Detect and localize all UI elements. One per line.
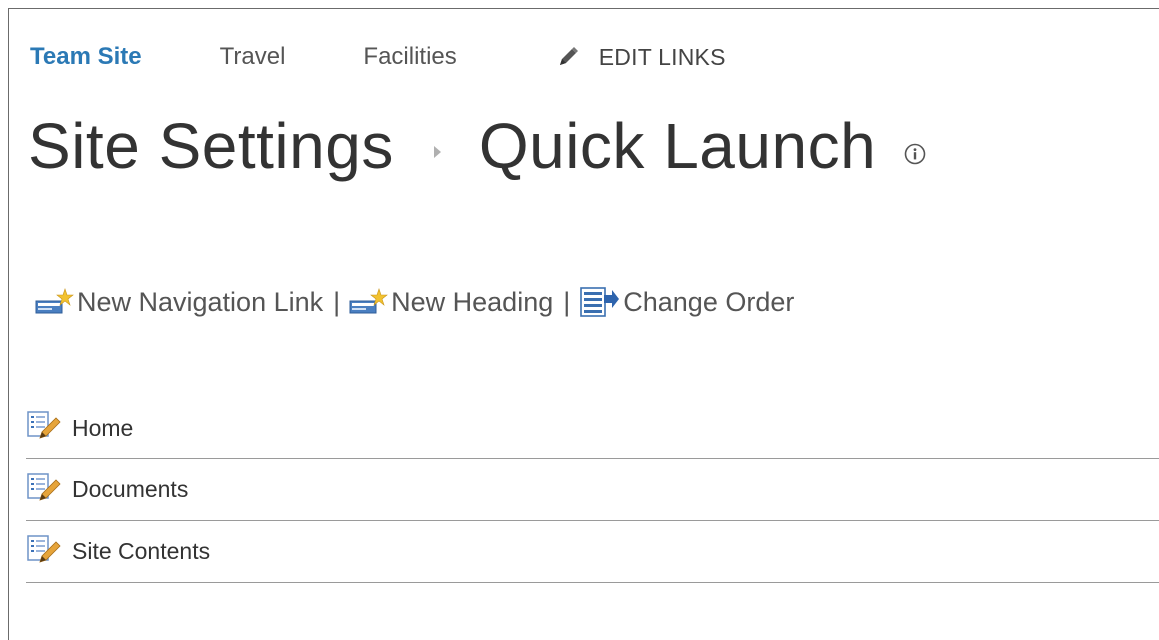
new-navigation-link-label: New Navigation Link: [77, 286, 324, 317]
list-item-site-contents[interactable]: Site Contents: [26, 521, 1159, 583]
list-item-label: Home: [72, 414, 134, 441]
list-item-label: Documents: [72, 476, 189, 502]
new-link-icon: [35, 288, 74, 314]
new-heading-icon: [349, 288, 388, 314]
new-navigation-link-button[interactable]: New Navigation Link: [34, 287, 323, 318]
list-item-label: Site Contents: [72, 538, 211, 564]
quick-launch-list: Home Documents Site Contents: [26, 398, 1159, 583]
edit-item-icon[interactable]: [26, 472, 62, 504]
list-item-home[interactable]: Home: [26, 398, 1159, 459]
page-title: Site Settings Quick Launch: [28, 96, 926, 196]
edit-links-label: EDIT LINKS: [598, 43, 726, 70]
quick-launch-toolbar: New Navigation Link | New Heading | Chan…: [34, 282, 794, 322]
change-order-icon: [580, 287, 620, 317]
edit-item-icon[interactable]: [26, 410, 62, 442]
nav-link-facilities[interactable]: Facilities: [363, 43, 456, 71]
nav-link-travel[interactable]: Travel: [220, 43, 286, 71]
info-icon[interactable]: [904, 143, 926, 165]
top-navigation: Team Site Travel Facilities EDIT LINKS: [30, 40, 726, 74]
breadcrumb-site-settings[interactable]: Site Settings: [28, 109, 394, 183]
new-heading-button[interactable]: New Heading: [348, 287, 553, 318]
nav-link-team-site[interactable]: Team Site: [30, 43, 142, 71]
change-order-button[interactable]: Change Order: [578, 285, 794, 319]
list-item-documents[interactable]: Documents: [26, 459, 1159, 521]
breadcrumb-quick-launch: Quick Launch: [478, 110, 877, 182]
new-heading-label: New Heading: [391, 286, 554, 317]
toolbar-separator: |: [333, 286, 341, 317]
edit-item-icon[interactable]: [26, 534, 62, 566]
change-order-label: Change Order: [623, 286, 795, 317]
breadcrumb-separator-icon: [433, 146, 441, 158]
toolbar-separator: |: [563, 286, 571, 317]
pencil-icon: [559, 47, 578, 65]
edit-links-button[interactable]: EDIT LINKS: [557, 44, 726, 71]
